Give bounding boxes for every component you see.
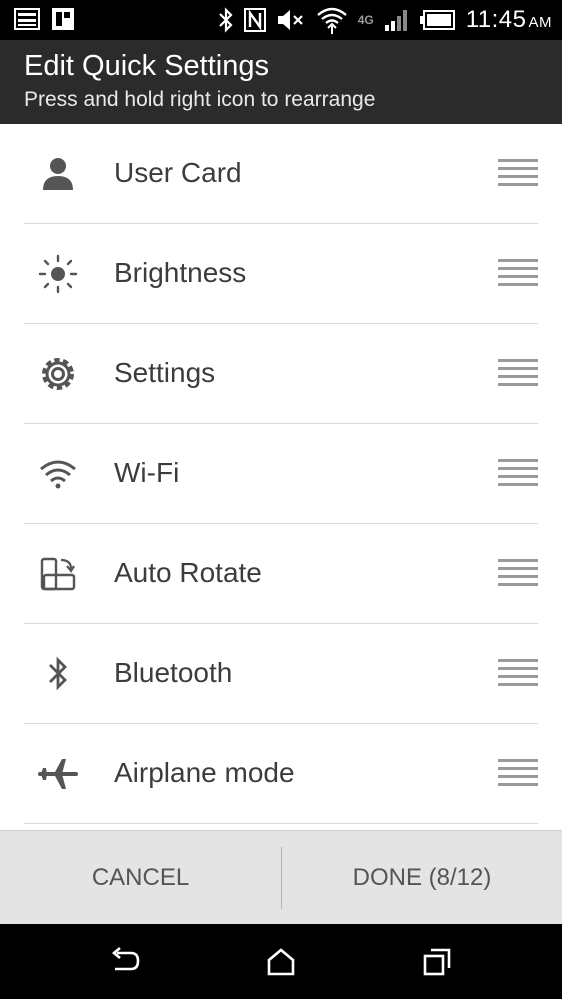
recent-apps-button[interactable] [417, 944, 457, 980]
battery-icon [419, 10, 455, 30]
gear-icon [34, 356, 82, 392]
bluetooth-icon [34, 656, 82, 692]
network-type-label: 4G [357, 13, 374, 27]
bluetooth-status-icon [218, 7, 233, 33]
gallery-notification-icon [14, 8, 40, 30]
home-icon [267, 948, 295, 976]
status-bar: 4G 11:45 AM [0, 0, 562, 40]
list-item-brightness[interactable]: Brightness [24, 224, 538, 324]
drag-handle-icon[interactable] [498, 159, 538, 187]
action-bar: CANCEL DONE (8/12) [0, 830, 562, 925]
list-item-auto-rotate[interactable]: Auto Rotate [24, 524, 538, 624]
list-item-airplane-mode[interactable]: Airplane mode [24, 724, 538, 824]
quick-settings-list: User Card Brightness Settings Wi-Fi Auto… [0, 124, 562, 830]
navigation-bar [0, 924, 562, 999]
drag-handle-icon[interactable] [498, 759, 538, 787]
list-item-bluetooth[interactable]: Bluetooth [24, 624, 538, 724]
title-bar: Edit Quick Settings Press and hold right… [0, 40, 562, 124]
user-icon [34, 156, 82, 192]
brightness-icon [34, 254, 82, 294]
mute-status-icon [277, 10, 303, 30]
drag-handle-icon[interactable] [498, 559, 538, 587]
list-item-label: Brightness [114, 257, 247, 288]
cancel-button[interactable]: CANCEL [0, 831, 281, 925]
list-item-wifi[interactable]: Wi-Fi [24, 424, 538, 524]
list-item-label: Bluetooth [114, 657, 233, 688]
nfc-status-icon [243, 8, 266, 32]
auto-rotate-icon [34, 556, 82, 592]
back-icon [111, 947, 140, 971]
list-item-label: Settings [114, 357, 216, 388]
done-button[interactable]: DONE (8/12) [282, 831, 562, 925]
flipboard-notification-icon [52, 8, 74, 30]
list-item-user-card[interactable]: User Card [24, 124, 538, 224]
home-button[interactable] [261, 944, 301, 980]
drag-handle-icon[interactable] [498, 359, 538, 387]
drag-handle-icon[interactable] [498, 459, 538, 487]
list-item-label: Airplane mode [114, 757, 295, 788]
list-item-label: Auto Rotate [114, 557, 262, 588]
list-item-label: Wi-Fi [114, 457, 180, 488]
drag-handle-icon[interactable] [498, 259, 538, 287]
wifi-status-icon [316, 7, 347, 34]
list-item-label: User Card [114, 157, 242, 188]
airplane-icon [34, 756, 82, 792]
signal-strength-icon [384, 10, 407, 31]
page-title: Edit Quick Settings [24, 50, 269, 82]
page-subtitle: Press and hold right icon to rearrange [24, 88, 376, 111]
back-button[interactable] [105, 944, 145, 980]
list-item-settings[interactable]: Settings [24, 324, 538, 424]
drag-handle-icon[interactable] [498, 659, 538, 687]
wifi-icon [34, 456, 82, 492]
recent-apps-icon [423, 948, 451, 976]
clock: 11:45 AM [465, 6, 552, 33]
